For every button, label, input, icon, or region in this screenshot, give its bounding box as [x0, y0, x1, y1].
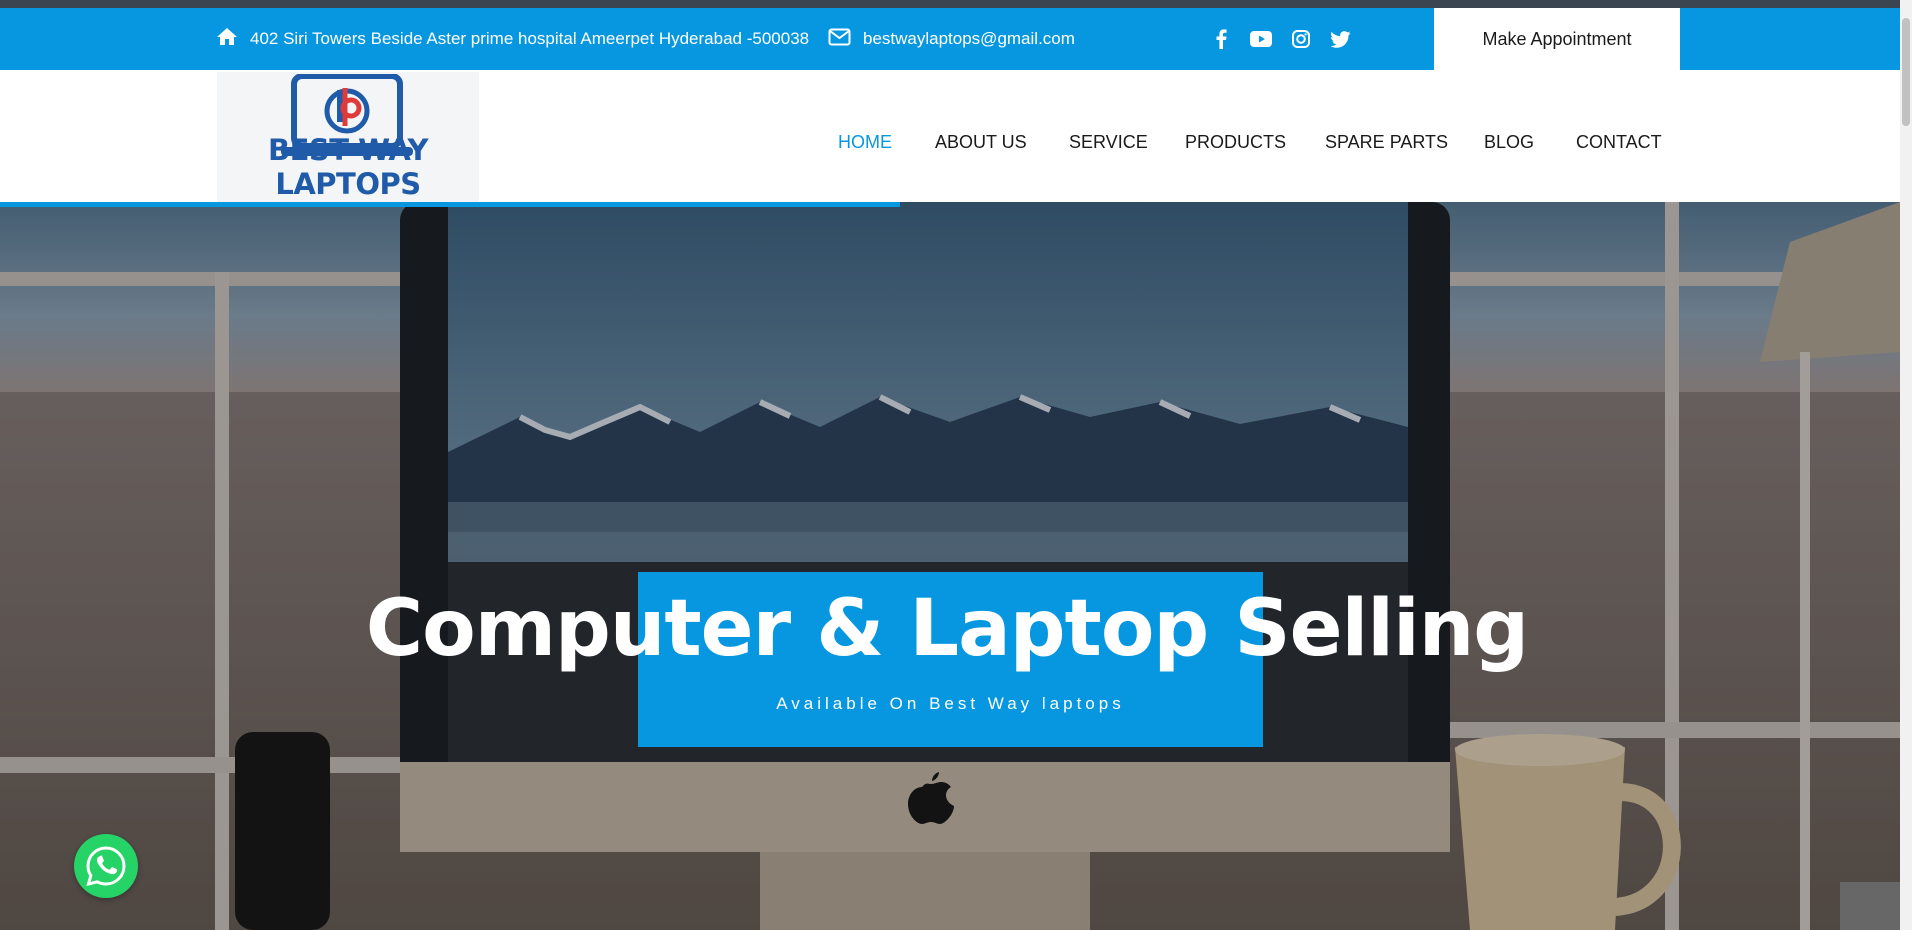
hero-subtitle: Available On Best Way laptops	[776, 694, 1125, 713]
main-nav: HOME ABOUT US SERVICE PRODUCTS SPARE PAR…	[0, 70, 1900, 202]
hero-slider: Computer & Laptop Selling Available On B…	[0, 202, 1900, 930]
address-info: 402 Siri Towers Beside Aster prime hospi…	[216, 8, 809, 70]
nav-service[interactable]: SERVICE	[1069, 132, 1148, 153]
whatsapp-icon	[86, 846, 126, 887]
email-link[interactable]: bestwaylaptops@gmail.com	[863, 29, 1075, 49]
whatsapp-chat-button[interactable]	[74, 834, 138, 898]
envelope-icon	[828, 28, 863, 51]
hero-title: Computer & Laptop Selling	[365, 584, 1529, 674]
nav-spare-parts[interactable]: SPARE PARTS	[1325, 132, 1448, 153]
nav-products[interactable]: PRODUCTS	[1185, 132, 1286, 153]
top-strip	[0, 0, 1900, 8]
youtube-icon[interactable]	[1250, 28, 1272, 50]
hero-background-image	[0, 202, 1900, 930]
nav-contact[interactable]: CONTACT	[1576, 132, 1662, 153]
facebook-icon[interactable]	[1210, 28, 1232, 50]
home-icon	[216, 27, 250, 51]
social-links	[1210, 8, 1352, 70]
page-scrollbar[interactable]	[1900, 0, 1912, 930]
twitter-icon[interactable]	[1330, 28, 1352, 50]
scrollbar-thumb[interactable]	[1902, 18, 1910, 126]
nav-home[interactable]: HOME	[838, 132, 892, 153]
make-appointment-button[interactable]: Make Appointment	[1434, 8, 1680, 70]
email-info[interactable]: bestwaylaptops@gmail.com	[828, 8, 1075, 70]
address-text: 402 Siri Towers Beside Aster prime hospi…	[250, 29, 810, 48]
nav-blog[interactable]: BLOG	[1484, 132, 1534, 153]
nav-about-us[interactable]: ABOUT US	[935, 132, 1027, 153]
instagram-icon[interactable]	[1290, 28, 1312, 50]
slider-progress-bar	[0, 202, 900, 207]
info-bar: 402 Siri Towers Beside Aster prime hospi…	[0, 8, 1900, 70]
site-header: BEST WAY LAPTOPS HOME ABOUT US SERVICE P…	[0, 70, 1900, 202]
